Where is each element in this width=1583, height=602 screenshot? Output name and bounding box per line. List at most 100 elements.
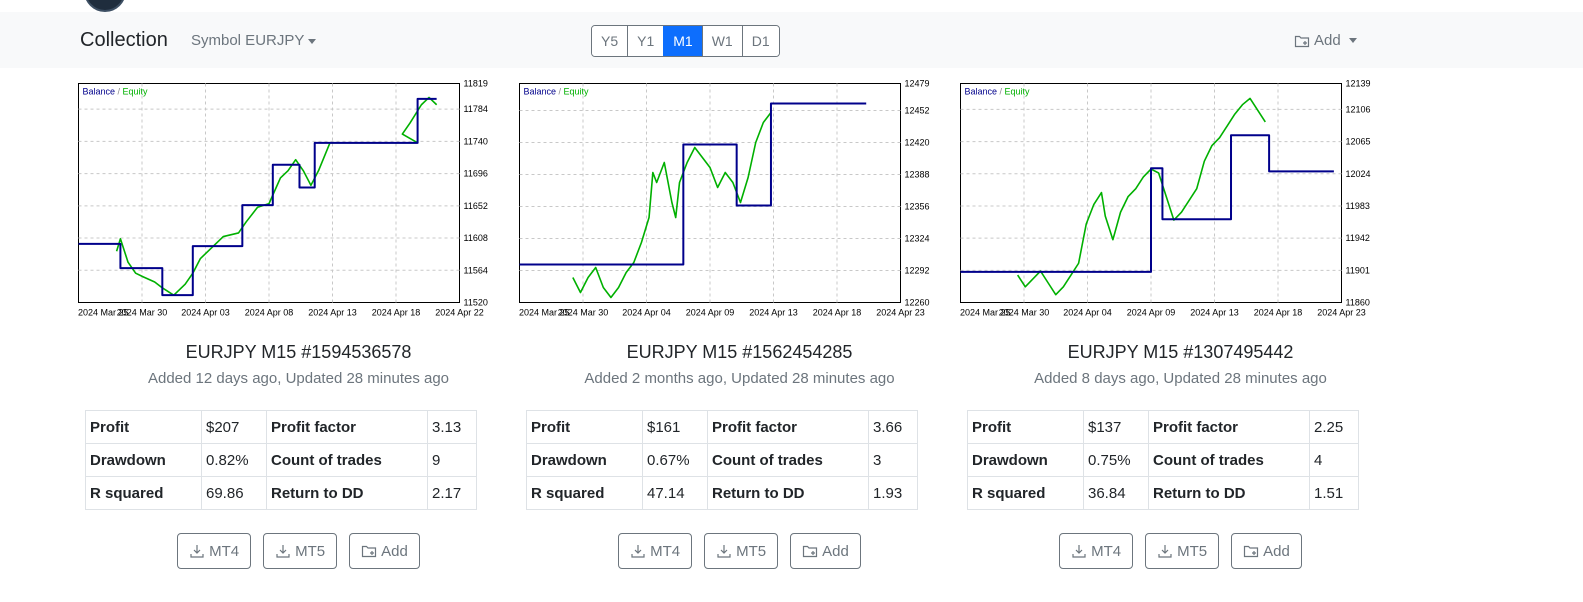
count-of-trades-value: 4 — [1309, 443, 1359, 477]
download-mt4-button[interactable]: MT4 — [177, 533, 252, 569]
y-tick-label: 11520 — [464, 298, 488, 308]
y-tick-label: 12106 — [1346, 104, 1371, 114]
brand-title[interactable]: Collection — [80, 29, 168, 52]
y-tick-label: 12065 — [1346, 137, 1371, 147]
y-tick-label: 11652 — [464, 201, 488, 211]
strategy-title[interactable]: EURJPY M15 #1594536578 — [78, 342, 519, 363]
count-of-trades-label: Count of trades — [1148, 443, 1310, 477]
table-row: R squared 36.84 Return to DD 1.51 — [967, 476, 1359, 510]
strategy-title[interactable]: EURJPY M15 #1562454285 — [519, 342, 960, 363]
profit-factor-label: Profit factor — [266, 410, 428, 444]
symbol-dropdown-label: Symbol EURJPY — [191, 32, 305, 49]
mt4-label: MT4 — [650, 542, 681, 560]
legend-balance: Balance — [83, 87, 116, 97]
strategy-subtitle: Added 8 days ago, Updated 28 minutes ago — [1034, 370, 1327, 387]
legend-separator: / — [556, 87, 564, 97]
x-tick-label: 2024 Apr 09 — [1127, 308, 1176, 318]
r-squared-label: R squared — [526, 476, 643, 510]
return-to-dd-value: 1.93 — [868, 476, 918, 510]
y-tick-label: 12292 — [905, 266, 930, 276]
legend-balance: Balance — [524, 87, 557, 97]
profit-value: $161 — [642, 410, 708, 444]
y-tick-label: 12420 — [905, 138, 930, 148]
download-buttons: MT4 MT5 Add — [78, 533, 519, 569]
avatar[interactable] — [84, 0, 126, 12]
x-tick-label: 2024 Apr 18 — [1254, 308, 1303, 318]
mt4-label: MT4 — [1091, 542, 1122, 560]
table-row: Drawdown 0.75% Count of trades 4 — [967, 443, 1359, 477]
r-squared-value: 69.86 — [201, 476, 267, 510]
y-tick-label: 11819 — [464, 79, 488, 89]
drawdown-value: 0.67% — [642, 443, 708, 477]
timeframe-w1-button[interactable]: W1 — [701, 26, 742, 56]
strategy-subtitle: Added 2 months ago, Updated 28 minutes a… — [584, 370, 895, 387]
chart-svg: 11520 11564 11608 11652 11696 11740 11784 11819… — [78, 79, 488, 318]
x-tick-label: 2024 Apr 22 — [435, 308, 484, 318]
download-icon — [717, 545, 731, 558]
add-to-collection-button[interactable]: Add — [349, 533, 420, 569]
strategy-subtitle: Added 12 days ago, Updated 28 minutes ag… — [147, 370, 450, 387]
table-row: Profit $161 Profit factor 3.66 — [526, 410, 918, 444]
download-icon — [190, 545, 204, 558]
folder-add-icon — [362, 545, 377, 558]
profit-factor-value: 2.25 — [1309, 410, 1359, 444]
add-dropdown-label: Add — [1314, 32, 1341, 49]
download-icon — [631, 545, 645, 558]
drawdown-value: 0.82% — [201, 443, 267, 477]
r-squared-value: 47.14 — [642, 476, 708, 510]
x-tick-label: 2024 Apr 18 — [813, 308, 862, 318]
symbol-dropdown[interactable]: Symbol EURJPY — [191, 32, 317, 49]
y-tick-label: 11860 — [1346, 298, 1370, 308]
x-tick-label: 2024 Apr 04 — [622, 308, 671, 318]
download-mt5-button[interactable]: MT5 — [704, 533, 779, 569]
download-icon — [276, 545, 290, 558]
download-mt4-button[interactable]: MT4 — [618, 533, 693, 569]
strategy-card: 11860 11901 11942 11983 12024 12065 12106 12139… — [960, 78, 1401, 598]
add-to-collection-button[interactable]: Add — [790, 533, 861, 569]
table-row: Profit $207 Profit factor 3.13 — [85, 410, 477, 444]
y-tick-label: 12356 — [905, 202, 930, 212]
profit-value: $207 — [201, 410, 267, 444]
timeframe-m1-button[interactable]: M1 — [663, 26, 702, 56]
add-label: Add — [1263, 542, 1290, 560]
folder-add-icon — [1294, 35, 1310, 47]
drawdown-label: Drawdown — [85, 443, 202, 477]
timeframe-y1-button[interactable]: Y1 — [627, 26, 664, 56]
download-mt4-button[interactable]: MT4 — [1059, 533, 1134, 569]
y-tick-label: 12452 — [905, 106, 930, 116]
timeframe-y5-button[interactable]: Y5 — [592, 26, 628, 56]
return-to-dd-label: Return to DD — [266, 476, 428, 510]
profit-value: $137 — [1083, 410, 1149, 444]
y-tick-label: 12260 — [905, 298, 930, 308]
chevron-down-icon — [308, 38, 317, 44]
download-mt5-button[interactable]: MT5 — [263, 533, 338, 569]
add-to-collection-button[interactable]: Add — [1231, 533, 1302, 569]
y-tick-label: 11942 — [1346, 233, 1370, 243]
stats-table: Profit $137 Profit factor 2.25 Drawdown … — [967, 410, 1359, 510]
y-tick-label: 12139 — [1346, 79, 1371, 89]
profit-factor-label: Profit factor — [1148, 410, 1310, 444]
balance-equity-chart: 11520 11564 11608 11652 11696 11740 11784 11819… — [78, 78, 519, 323]
table-row: Drawdown 0.82% Count of trades 9 — [85, 443, 477, 477]
add-dropdown[interactable]: Add — [1294, 32, 1357, 49]
legend-equity: Equity — [564, 87, 590, 97]
x-tick-label: 2024 Apr 03 — [181, 308, 230, 318]
chart-legend: Balance / Equity — [83, 87, 149, 97]
profit-factor-label: Profit factor — [707, 410, 869, 444]
return-to-dd-value: 1.51 — [1309, 476, 1359, 510]
x-tick-label: 2024 Apr 09 — [686, 308, 735, 318]
count-of-trades-label: Count of trades — [707, 443, 869, 477]
y-tick-label: 11983 — [1346, 201, 1370, 211]
download-mt5-button[interactable]: MT5 — [1145, 533, 1220, 569]
folder-add-icon — [803, 545, 818, 558]
y-tick-label: 11740 — [464, 136, 488, 146]
timeframe-button-group: Y5 Y1 M1 W1 D1 — [591, 25, 780, 57]
download-buttons: MT4 MT5 Add — [519, 533, 960, 569]
mt5-label: MT5 — [295, 542, 326, 560]
download-buttons: MT4 MT5 Add — [960, 533, 1401, 569]
table-row: Profit $137 Profit factor 2.25 — [967, 410, 1359, 444]
timeframe-d1-button[interactable]: D1 — [741, 26, 779, 56]
x-tick-label: 2024 Apr 23 — [876, 308, 925, 318]
r-squared-value: 36.84 — [1083, 476, 1149, 510]
strategy-title[interactable]: EURJPY M15 #1307495442 — [960, 342, 1401, 363]
